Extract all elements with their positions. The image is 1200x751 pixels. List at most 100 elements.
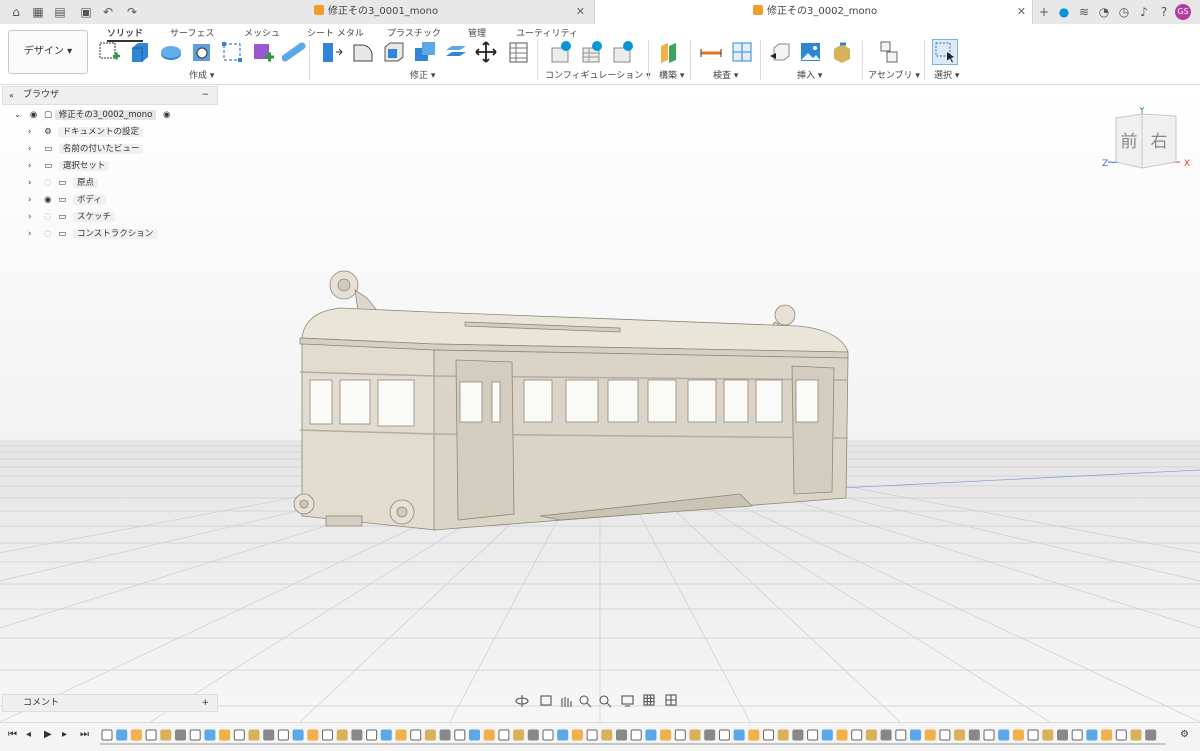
expand-arrow-icon[interactable]: ⌄: [14, 110, 21, 120]
timeline-feature[interactable]: [204, 729, 216, 741]
timeline-feature[interactable]: [616, 729, 627, 741]
configuration-table-icon[interactable]: [581, 40, 605, 64]
offset-face-icon[interactable]: [444, 40, 468, 64]
timeline-feature[interactable]: [483, 729, 495, 741]
browser-item-sketches[interactable]: › ◌ ▭ スケッチ: [28, 210, 115, 224]
extensions-icon[interactable]: ●: [1056, 4, 1072, 20]
expand-arrow-icon[interactable]: ›: [28, 195, 31, 205]
inspect-menu[interactable]: 検査 ▾: [713, 68, 738, 81]
tab-surface[interactable]: サーフェス: [170, 26, 214, 39]
comments-panel[interactable]: コメント +: [2, 694, 218, 712]
timeline-next-icon[interactable]: ▸: [62, 729, 67, 740]
expand-arrow-icon[interactable]: ›: [28, 229, 31, 239]
timeline-prev-icon[interactable]: ◂: [26, 729, 31, 740]
timeline-feature[interactable]: [248, 729, 260, 741]
modify-menu[interactable]: 修正 ▾: [410, 68, 435, 81]
online-status-icon[interactable]: ◔: [1096, 4, 1112, 20]
hole-icon[interactable]: [190, 40, 214, 64]
timeline-feature[interactable]: [454, 729, 466, 741]
timeline-settings-icon[interactable]: ⚙: [1180, 729, 1189, 740]
document-tab-active[interactable]: 修正その3_0002_mono ✕: [594, 0, 1033, 24]
timeline-feature[interactable]: [351, 729, 363, 741]
document-tab[interactable]: 修正その3_0001_mono ✕: [236, 0, 591, 24]
timeline-feature[interactable]: [630, 729, 642, 741]
timeline-feature[interactable]: [527, 729, 539, 741]
timeline-feature[interactable]: [939, 729, 951, 741]
expand-arrow-icon[interactable]: ›: [28, 144, 31, 154]
browser-item-bodies[interactable]: › ◉ ▭ ボディ: [28, 193, 106, 207]
browser-item-selection-sets[interactable]: › ▭ 選択セット: [28, 159, 110, 173]
look-at-icon[interactable]: [540, 695, 552, 706]
timeline-feature[interactable]: [439, 729, 451, 741]
timeline-last-icon[interactable]: ⏭: [80, 729, 89, 740]
timeline-feature[interactable]: [1027, 729, 1039, 741]
timeline-feature[interactable]: [336, 729, 348, 741]
timeline-feature[interactable]: [1042, 729, 1054, 741]
timeline-feature[interactable]: [557, 729, 569, 741]
help-icon[interactable]: ?: [1156, 4, 1172, 20]
timeline-feature[interactable]: [1115, 729, 1127, 741]
insert-derive-icon[interactable]: [768, 40, 792, 64]
timeline-feature[interactable]: [542, 729, 554, 741]
save-icon[interactable]: ▣: [78, 4, 94, 20]
apps-grid-icon[interactable]: ▦: [30, 4, 46, 20]
file-menu-icon[interactable]: ▤: [52, 4, 68, 20]
view-cube[interactable]: 前 右 Y Z X: [1096, 104, 1192, 176]
timeline-feature[interactable]: [1012, 729, 1024, 741]
timeline-first-icon[interactable]: ⏮: [8, 729, 17, 740]
pan-icon[interactable]: [561, 697, 572, 707]
timeline-feature[interactable]: [689, 729, 701, 741]
eye-icon[interactable]: ◉: [44, 195, 51, 205]
timeline-feature[interactable]: [160, 729, 172, 741]
workspace-switcher[interactable]: デザイン ▾: [8, 30, 88, 74]
tab-plastic[interactable]: プラスチック: [387, 26, 441, 39]
timeline-feature[interactable]: [1145, 729, 1157, 741]
eye-hidden-icon[interactable]: ◌: [44, 178, 51, 188]
viewcube-right-face[interactable]: 右: [1151, 132, 1168, 152]
timeline-feature[interactable]: [1086, 729, 1098, 741]
timeline-feature[interactable]: [130, 729, 142, 741]
viewcube-front-face[interactable]: 前: [1121, 132, 1138, 152]
timeline-feature[interactable]: [748, 729, 760, 741]
timeline-feature[interactable]: [571, 729, 583, 741]
home-icon[interactable]: ⌂: [8, 4, 24, 20]
timeline-play-icon[interactable]: ▶: [44, 729, 52, 740]
timeline-feature[interactable]: [233, 729, 245, 741]
timeline-feature[interactable]: [660, 729, 672, 741]
browser-item-construction[interactable]: › ◌ ▭ コンストラクション: [28, 227, 158, 241]
collapse-panel-icon[interactable]: «: [9, 87, 14, 104]
fillet-icon[interactable]: [351, 40, 375, 64]
new-tab-icon[interactable]: +: [1036, 4, 1052, 20]
browser-item-document-settings[interactable]: › ⚙ ドキュメントの設定: [28, 125, 143, 139]
configuration-menu[interactable]: コンフィギュレーション ▾: [545, 68, 651, 81]
browser-root-item[interactable]: ⌄ ◉ ▢ 修正その3_0002_mono ◉: [14, 108, 170, 122]
create-menu[interactable]: 作成 ▾: [189, 68, 214, 81]
timeline-feature[interactable]: [792, 729, 804, 741]
grid-settings-icon[interactable]: [643, 694, 655, 706]
timeline-feature[interactable]: [292, 729, 304, 741]
combine-icon[interactable]: [413, 40, 437, 64]
insert-menu[interactable]: 挿入 ▾: [797, 68, 822, 81]
close-tab-icon[interactable]: ✕: [576, 0, 585, 24]
timeline-feature[interactable]: [645, 729, 657, 741]
viewports-icon[interactable]: [665, 694, 677, 706]
timeline-feature[interactable]: [851, 729, 863, 741]
user-avatar[interactable]: GS: [1175, 4, 1191, 20]
insert-image-icon[interactable]: [799, 40, 823, 64]
timeline-feature[interactable]: [674, 729, 686, 741]
timeline-feature[interactable]: [366, 729, 378, 741]
orbit-icon[interactable]: [515, 695, 529, 707]
expand-arrow-icon[interactable]: ›: [28, 212, 31, 222]
timeline-feature[interactable]: [777, 729, 789, 741]
add-comment-icon[interactable]: +: [201, 695, 209, 711]
timeline-feature[interactable]: [968, 729, 980, 741]
parameters-table-icon[interactable]: [505, 40, 529, 64]
timeline-feature[interactable]: [865, 729, 877, 741]
timeline-features[interactable]: [100, 727, 1172, 747]
assemble-menu[interactable]: アセンブリ ▾: [868, 68, 920, 81]
timeline-feature[interactable]: [189, 729, 201, 741]
create-sketch-icon[interactable]: [97, 40, 121, 64]
pattern-icon[interactable]: [220, 40, 244, 64]
timeline-feature[interactable]: [821, 729, 833, 741]
section-analysis-icon[interactable]: [730, 40, 754, 64]
